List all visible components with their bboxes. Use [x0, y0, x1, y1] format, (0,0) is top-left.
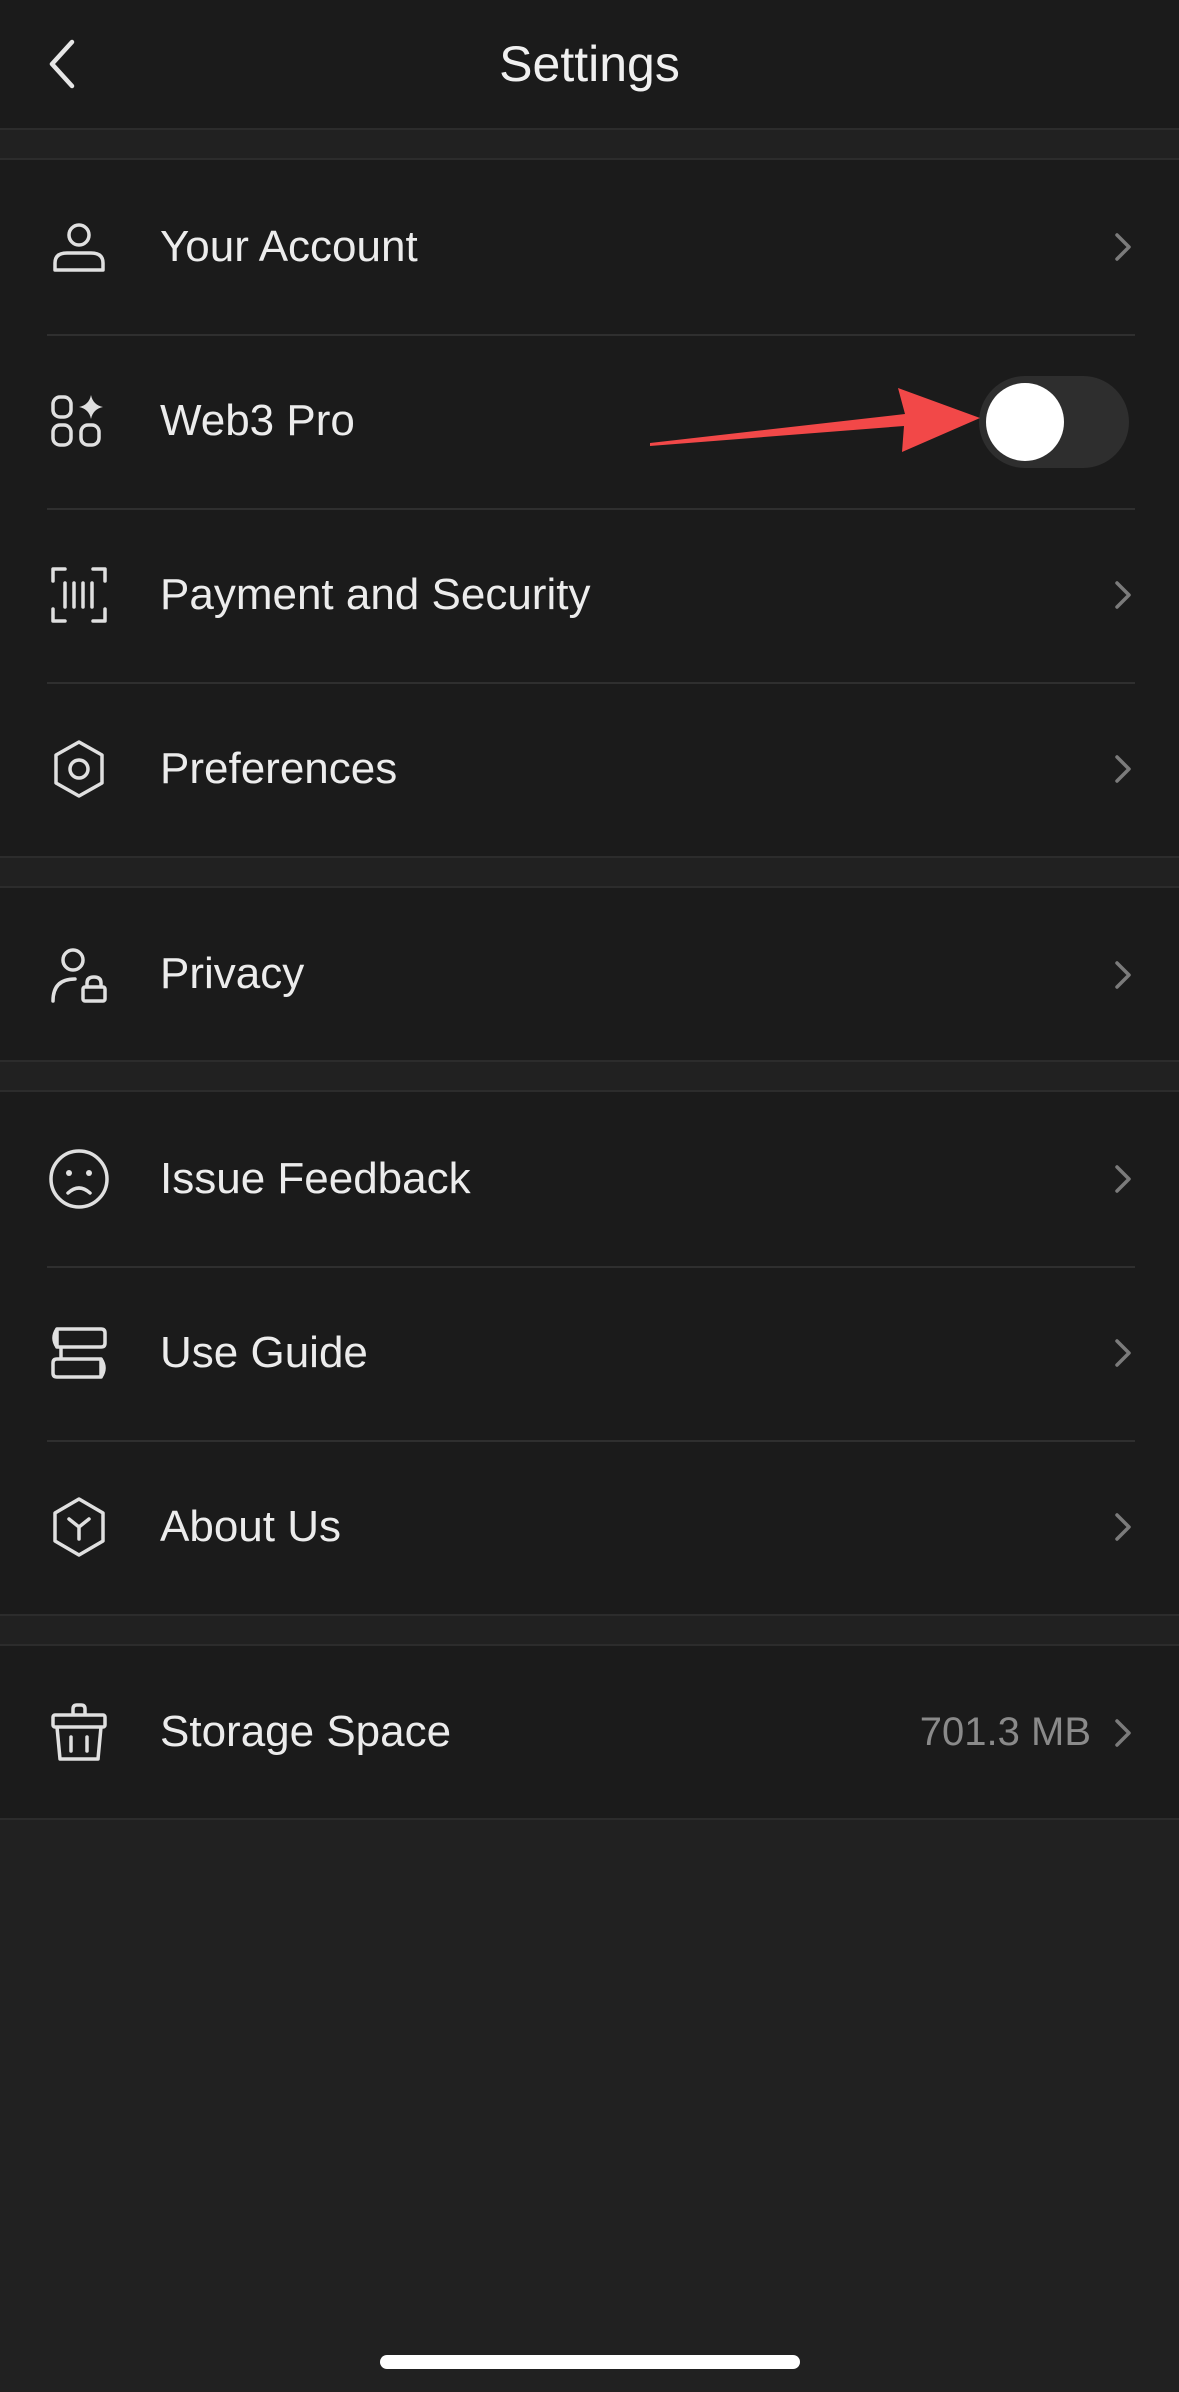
- user-icon: [53, 223, 105, 272]
- privacy-section: Privacy: [0, 886, 1179, 1062]
- web3-pro-row: Web3 Pro: [0, 334, 1179, 508]
- storage-space-label: Storage Space: [160, 1707, 452, 1756]
- storage-size-value: 701.3 MB: [919, 1710, 1091, 1754]
- user-lock-icon: [51, 948, 107, 1003]
- about-us-label: About Us: [160, 1502, 341, 1551]
- home-indicator: [380, 2355, 800, 2369]
- basket-icon: [51, 1703, 107, 1761]
- payment-security-label: Payment and Security: [160, 570, 591, 619]
- web3-pro-label: Web3 Pro: [160, 396, 355, 445]
- preferences-label: Preferences: [160, 744, 398, 793]
- your-account-row[interactable]: Your Account: [0, 160, 1179, 334]
- scan-barcode-icon: [51, 567, 107, 623]
- chevron-right-icon: [1115, 233, 1131, 261]
- issue-feedback-row[interactable]: Issue Feedback: [0, 1092, 1179, 1266]
- use-guide-row[interactable]: Use Guide: [0, 1266, 1179, 1440]
- page-title: Settings: [499, 36, 680, 92]
- hexagon-logo-icon: [53, 1497, 105, 1557]
- about-us-row[interactable]: About Us: [0, 1440, 1179, 1614]
- chevron-right-icon: [1115, 1513, 1131, 1541]
- payment-security-row[interactable]: Payment and Security: [0, 508, 1179, 682]
- account-section: Your Account Web3 Pro Payment and Securi…: [0, 158, 1179, 858]
- chevron-right-icon: [1115, 1339, 1131, 1367]
- toggle-knob: [986, 383, 1064, 461]
- chevron-right-icon: [1115, 1165, 1131, 1193]
- use-guide-label: Use Guide: [160, 1328, 368, 1377]
- your-account-label: Your Account: [160, 222, 418, 271]
- apps-sparkle-icon: [51, 395, 103, 447]
- chevron-right-icon: [1115, 581, 1131, 609]
- top-bar: Settings: [0, 0, 1179, 130]
- book-stack-icon: [51, 1327, 107, 1379]
- privacy-label: Privacy: [160, 949, 305, 998]
- storage-section: Storage Space 701.3 MB: [0, 1644, 1179, 1820]
- chevron-right-icon: [1115, 1719, 1131, 1747]
- web3-pro-toggle[interactable]: [979, 376, 1129, 468]
- privacy-row[interactable]: Privacy: [0, 888, 1179, 1060]
- issue-feedback-label: Issue Feedback: [160, 1154, 471, 1203]
- sad-face-icon: [49, 1149, 109, 1209]
- chevron-right-icon: [1115, 755, 1131, 783]
- gear-icon: [54, 740, 104, 798]
- storage-space-row[interactable]: Storage Space 701.3 MB: [0, 1646, 1179, 1818]
- support-section: Issue Feedback Use Guide About Us: [0, 1090, 1179, 1616]
- chevron-right-icon: [1115, 961, 1131, 989]
- preferences-row[interactable]: Preferences: [0, 682, 1179, 856]
